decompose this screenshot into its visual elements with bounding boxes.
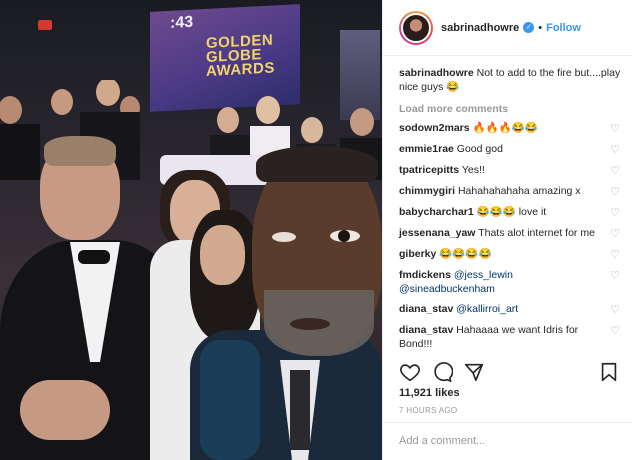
comment-username[interactable]: giberky xyxy=(399,248,436,260)
comment-item: giberky 😂😂😂😂 ♡ xyxy=(399,247,622,262)
verified-badge-icon: ✓ xyxy=(523,22,535,33)
share-icon[interactable] xyxy=(463,361,485,383)
comment-icon[interactable] xyxy=(431,361,453,383)
heart-outline-icon[interactable]: ♡ xyxy=(608,269,622,283)
heart-outline-icon[interactable]: ♡ xyxy=(608,185,622,199)
heart-outline-icon[interactable]: ♡ xyxy=(608,303,622,317)
comment-item: fmdickens @jess_lewin @sineadbuckenham ♡ xyxy=(399,268,622,296)
comment-username[interactable]: fmdickens xyxy=(399,269,451,281)
screen-timer: :43 xyxy=(170,13,194,32)
heart-outline-icon[interactable]: ♡ xyxy=(608,164,622,178)
comment-item: jessenana_yaw Thats alot internet for me… xyxy=(399,226,622,241)
post-side-panel: sabrinadhowre ✓ • Follow sabrinadhowre N… xyxy=(382,0,632,460)
comment-text: Hahahahahaha amazing x xyxy=(457,185,581,197)
bookmark-icon[interactable] xyxy=(598,361,620,383)
comment-item: babycharchar1 😂😂😂 love it ♡ xyxy=(399,205,622,220)
heart-outline-icon[interactable]: ♡ xyxy=(608,248,622,262)
comment-item: emmie1rae Good god ♡ xyxy=(399,142,622,157)
post-caption: sabrinadhowre Not to add to the fire but… xyxy=(399,66,622,94)
screen-text-awards: AWARDS xyxy=(206,59,275,80)
avatar[interactable] xyxy=(399,10,433,45)
comment-text: 🔥🔥🔥😂😂 xyxy=(472,122,538,134)
comment-username[interactable]: sodown2mars xyxy=(399,122,470,134)
comment-text: 😂😂😂 love it xyxy=(476,206,547,218)
comment-username[interactable]: babycharchar1 xyxy=(399,206,474,218)
post-timestamp[interactable]: 7 HOURS AGO xyxy=(399,406,457,415)
heart-icon[interactable] xyxy=(399,361,421,383)
comment-item: sodown2mars 🔥🔥🔥😂😂 ♡ xyxy=(399,121,622,136)
comment-username[interactable]: jessenana_yaw xyxy=(399,227,475,239)
caption-username[interactable]: sabrinadhowre xyxy=(399,67,474,79)
follow-button[interactable]: Follow xyxy=(546,22,581,34)
author-username[interactable]: sabrinadhowre xyxy=(441,22,519,34)
avatar-image xyxy=(401,12,431,43)
likes-count[interactable]: 11,921 likes xyxy=(399,387,460,399)
comment-username[interactable]: tpatricepitts xyxy=(399,164,459,176)
post-actions-bar xyxy=(399,361,620,383)
heart-outline-icon[interactable]: ♡ xyxy=(608,227,622,241)
heart-outline-icon[interactable]: ♡ xyxy=(608,324,622,338)
screen-logo-text: GOLDEN GLOBE AWARDS xyxy=(206,31,275,80)
comment-text: 😂😂😂😂 xyxy=(439,248,492,260)
comment-username[interactable]: emmie1rae xyxy=(399,143,454,155)
heart-outline-icon[interactable]: ♡ xyxy=(608,143,622,157)
comment-item: diana_stav @kallirroi_art ♡ xyxy=(399,302,622,317)
comment-text: Good god xyxy=(456,143,503,155)
comment-mention-link[interactable]: @kallirroi_art xyxy=(456,303,518,315)
comment-item: tpatricepitts Yes!! ♡ xyxy=(399,163,622,178)
person-right xyxy=(190,146,382,460)
comment-item: chimmygiri Hahahahahaha amazing x ♡ xyxy=(399,184,622,199)
heart-outline-icon[interactable]: ♡ xyxy=(608,206,622,220)
load-more-comments-button[interactable]: Load more comments xyxy=(399,103,622,115)
add-comment-input[interactable]: Add a comment... xyxy=(383,422,632,460)
comment-text: Yes!! xyxy=(461,164,485,176)
comment-username[interactable]: diana_stav xyxy=(399,303,453,315)
heart-outline-icon[interactable]: ♡ xyxy=(608,122,622,136)
post-photo[interactable]: :43 GOLDEN GLOBE AWARDS xyxy=(0,0,382,460)
post-header: sabrinadhowre ✓ • Follow xyxy=(383,0,632,56)
separator-dot: • xyxy=(538,21,543,34)
exit-sign xyxy=(38,20,52,30)
comment-item: diana_stav Hahaaaa we want Idris for Bon… xyxy=(399,323,622,351)
comment-text: Thats alot internet for me xyxy=(478,227,595,239)
comment-username[interactable]: chimmygiri xyxy=(399,185,455,197)
comment-username[interactable]: diana_stav xyxy=(399,324,453,336)
comments-list: sabrinadhowre Not to add to the fire but… xyxy=(399,66,622,351)
